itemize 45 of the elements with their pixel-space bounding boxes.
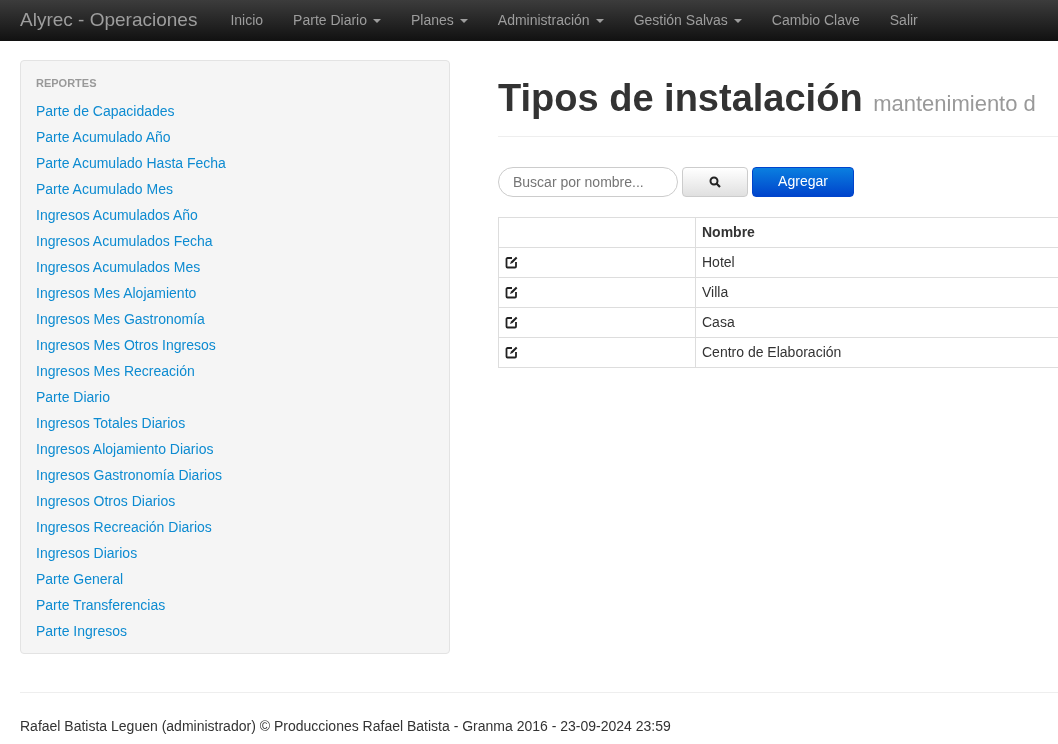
- sidebar-link[interactable]: Ingresos Acumulados Mes: [36, 253, 434, 280]
- search-field[interactable]: Buscar por nombre...: [498, 166, 678, 197]
- sidebar-link[interactable]: Parte de Capacidades: [36, 97, 434, 124]
- sidebar-link[interactable]: Parte Acumulado Año: [36, 123, 434, 150]
- sidebar-link[interactable]: Ingresos Mes Otros Ingresos: [36, 331, 434, 358]
- sidebar-link[interactable]: Ingresos Mes Recreación: [36, 357, 434, 384]
- nav-link[interactable]: Gestión Salvas: [618, 10, 757, 31]
- edit-icon[interactable]: [505, 256, 518, 270]
- sidebar-link[interactable]: Ingresos Otros Diarios: [36, 487, 434, 514]
- nav-link[interactable]: Parte Diario: [278, 10, 396, 31]
- sidebar-link[interactable]: Parte Acumulado Hasta Fecha: [36, 149, 434, 176]
- sidebar-link[interactable]: Ingresos Acumulados Año: [36, 201, 434, 228]
- edit-icon[interactable]: [505, 286, 518, 300]
- nav-link[interactable]: Cambio Clave: [756, 10, 875, 31]
- caret-icon: [459, 19, 468, 24]
- sidebar-link[interactable]: Ingresos Gastronomía Diarios: [36, 461, 434, 488]
- sidebar-link[interactable]: Parte General: [36, 565, 434, 592]
- sidebar-link[interactable]: Ingresos Acumulados Fecha: [36, 227, 434, 254]
- caret-icon: [373, 19, 381, 24]
- brand-title[interactable]: Alyrec - Operaciones: [20, 6, 198, 35]
- sidebar-link[interactable]: Parte Acumulado Mes: [36, 175, 434, 202]
- sidebar-link[interactable]: Ingresos Mes Alojamiento: [36, 279, 434, 306]
- search-button[interactable]: [682, 166, 748, 197]
- sidebar-link[interactable]: Parte Diario: [36, 383, 434, 410]
- nav-link[interactable]: Inicio: [215, 10, 279, 31]
- add-button[interactable]: Agregar: [752, 166, 854, 197]
- sidebar-link[interactable]: Ingresos Recreación Diarios: [36, 513, 434, 540]
- caret-icon: [733, 19, 742, 24]
- page-title: Tipos de instalación mantenimiento d: [498, 76, 1037, 121]
- column-header: Nombre: [695, 217, 1058, 248]
- sidebar-link[interactable]: Ingresos Mes Gastronomía: [36, 305, 434, 332]
- nav-link[interactable]: Planes: [396, 10, 483, 31]
- caret-icon: [595, 19, 604, 24]
- search-icon: [709, 176, 721, 189]
- edit-icon[interactable]: [505, 316, 518, 330]
- sidebar-link[interactable]: Parte Transferencias: [36, 591, 434, 618]
- footer-text: Rafael Batista Leguen (administrador) © Producciones Rafael Batista - Granma 2016 - 23-09-2024 23:59: [20, 718, 671, 734]
- sidebar-link[interactable]: Ingresos Alojamiento Diarios: [36, 435, 434, 462]
- sidebar-link[interactable]: Ingresos Totales Diarios: [36, 409, 434, 436]
- sidebar-link[interactable]: Parte Ingresos: [36, 617, 434, 644]
- sidebar-link[interactable]: Ingresos Diarios: [36, 539, 434, 566]
- nav-link[interactable]: Salir: [874, 10, 933, 31]
- nav-link[interactable]: Administración: [482, 10, 619, 31]
- edit-icon[interactable]: [505, 346, 518, 360]
- sidebar-heading: REPORTES: [36, 76, 98, 91]
